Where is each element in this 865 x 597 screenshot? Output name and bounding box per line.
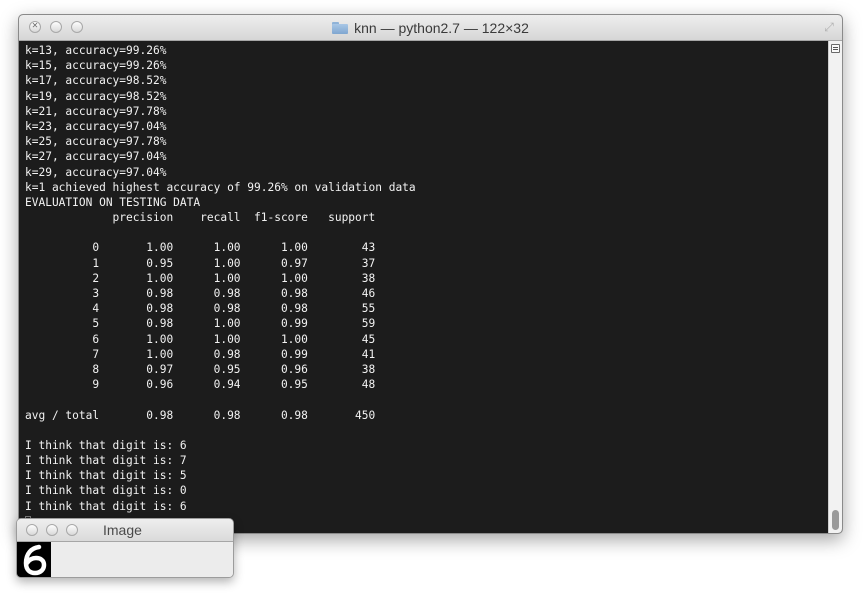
terminal-titlebar[interactable]: knn — python2.7 — 122×32 ⤢ [19, 15, 842, 41]
terminal-output[interactable]: k=13, accuracy=99.26% k=15, accuracy=99.2… [19, 41, 828, 533]
scroll-menu-icon[interactable] [831, 44, 840, 53]
terminal-line: 9 0.96 0.94 0.95 48 [25, 378, 376, 392]
terminal-line: k=25, accuracy=97.78% [25, 135, 167, 149]
image-window[interactable]: Image [16, 518, 234, 578]
terminal-line: k=29, accuracy=97.04% [25, 165, 167, 179]
terminal-line: 4 0.98 0.98 0.98 55 [25, 302, 376, 316]
image-close-button[interactable] [26, 524, 38, 536]
terminal-line: k=23, accuracy=97.04% [25, 119, 167, 133]
digit-six-icon [17, 542, 51, 577]
terminal-line: I think that digit is: 0 [25, 484, 187, 498]
zoom-button[interactable] [71, 21, 83, 33]
terminal-line: k=27, accuracy=97.04% [25, 150, 167, 164]
terminal-line: k=19, accuracy=98.52% [25, 89, 167, 103]
terminal-title: knn — python2.7 — 122×32 [354, 19, 529, 36]
desktop: knn — python2.7 — 122×32 ⤢ k=13, accurac… [0, 0, 865, 597]
terminal-line: 8 0.97 0.95 0.96 38 [25, 362, 376, 376]
close-button[interactable] [29, 21, 41, 33]
terminal-line: 3 0.98 0.98 0.98 46 [25, 287, 376, 300]
image-content [17, 542, 233, 577]
terminal-line: k=17, accuracy=98.52% [25, 74, 167, 88]
terminal-line: k=13, accuracy=99.26% [25, 44, 167, 57]
terminal-line: k=15, accuracy=99.26% [25, 59, 167, 73]
terminal-line: I think that digit is: 6 [25, 499, 187, 513]
terminal-line: avg / total 0.98 0.98 0.98 450 [25, 408, 376, 422]
fullscreen-icon[interactable]: ⤢ [822, 20, 836, 34]
terminal-window[interactable]: knn — python2.7 — 122×32 ⤢ k=13, accurac… [18, 14, 843, 534]
terminal-line: EVALUATION ON TESTING DATA [25, 195, 201, 209]
image-titlebar[interactable]: Image [17, 519, 233, 542]
terminal-scrollbar[interactable] [828, 41, 842, 533]
minimize-button[interactable] [50, 21, 62, 33]
terminal-line: 5 0.98 1.00 0.99 59 [25, 317, 376, 331]
terminal-line: 6 1.00 1.00 1.00 45 [25, 332, 376, 346]
scroll-thumb[interactable] [832, 510, 839, 530]
terminal-line: 2 1.00 1.00 1.00 38 [25, 271, 376, 285]
terminal-line: I think that digit is: 7 [25, 454, 187, 468]
terminal-line: I think that digit is: 5 [25, 469, 187, 483]
image-zoom-button[interactable] [66, 524, 78, 536]
terminal-line: I think that digit is: 6 [25, 438, 187, 452]
terminal-line: 1 0.95 1.00 0.97 37 [25, 256, 376, 270]
terminal-title-wrap: knn — python2.7 — 122×32 [19, 15, 842, 40]
image-minimize-button[interactable] [46, 524, 58, 536]
terminal-line: k=1 achieved highest accuracy of 99.26% … [25, 180, 416, 194]
terminal-line: 7 1.00 0.98 0.99 41 [25, 347, 376, 361]
terminal-line: k=21, accuracy=97.78% [25, 104, 167, 118]
terminal-line: 0 1.00 1.00 1.00 43 [25, 241, 376, 255]
image-window-title: Image [103, 522, 142, 538]
terminal-line: precision recall f1-score support [25, 211, 376, 225]
digit-image [17, 542, 51, 577]
folder-icon [332, 21, 349, 34]
